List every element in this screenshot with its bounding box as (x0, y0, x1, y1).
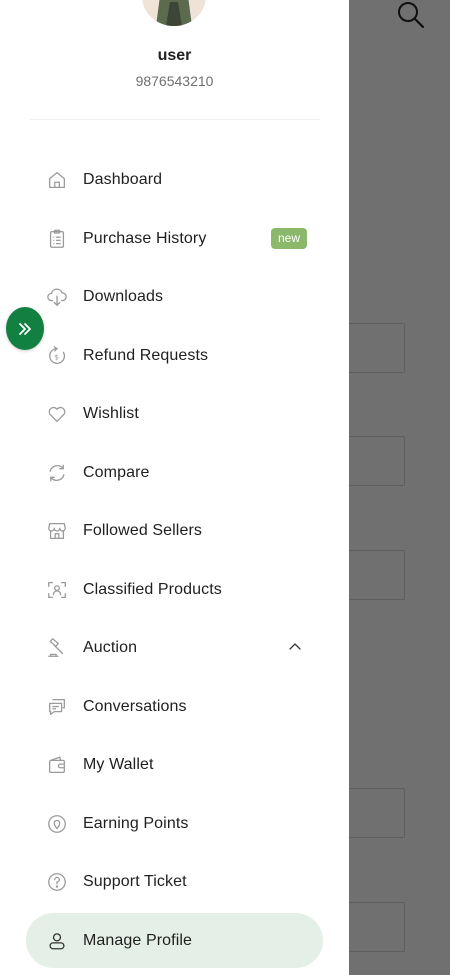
menu-item-auction[interactable]: Auction (0, 619, 349, 678)
menu-item-downloads[interactable]: Downloads (0, 268, 349, 327)
menu-item-label: Purchase History (83, 229, 207, 247)
user-name: user (157, 47, 192, 64)
menu-item-earning-points[interactable]: Earning Points (0, 795, 349, 854)
scan-user-icon (46, 579, 68, 601)
chat-icon (46, 696, 68, 718)
location-badge-icon (46, 813, 68, 835)
avatar[interactable] (142, 0, 206, 26)
cloud-download-icon (46, 286, 68, 308)
clipboard-list-icon (46, 228, 68, 250)
chevron-up-icon[interactable] (286, 638, 304, 656)
refresh-icon (46, 462, 68, 484)
gavel-icon (46, 637, 68, 659)
menu-item-classified-products[interactable]: Classified Products (0, 561, 349, 620)
menu-item-label: Conversations (83, 697, 187, 715)
menu-item-support-ticket[interactable]: Support Ticket (0, 853, 349, 912)
menu-item-label: Support Ticket (83, 873, 187, 891)
heart-icon (46, 403, 68, 425)
wallet-icon (46, 754, 68, 776)
double-chevron-right-icon (19, 322, 31, 335)
navigation-drawer: user 9876543210 Dashboard Purchase Histo… (0, 0, 349, 975)
menu-item-purchase-history[interactable]: Purchase History new (0, 210, 349, 269)
menu-item-followed-sellers[interactable]: Followed Sellers (0, 502, 349, 561)
menu-item-my-wallet[interactable]: My Wallet (0, 736, 349, 795)
user-icon (46, 930, 68, 952)
drawer-toggle-button[interactable] (6, 307, 44, 350)
home-icon (46, 169, 68, 191)
menu-item-label: Wishlist (83, 405, 139, 423)
new-badge: new (271, 227, 308, 249)
menu-item-label: Earning Points (83, 814, 189, 832)
menu-item-label: Downloads (83, 288, 164, 306)
store-icon (46, 520, 68, 542)
menu-item-label: Refund Requests (83, 346, 209, 364)
refund-icon: $ (46, 345, 68, 367)
menu-item-conversations[interactable]: Conversations (0, 678, 349, 737)
menu-item-label: My Wallet (83, 756, 154, 774)
svg-text:$: $ (54, 352, 59, 361)
menu-item-label: Classified Products (83, 580, 222, 598)
menu-item-label: Manage Profile (83, 931, 193, 949)
menu-item-refund-requests[interactable]: $ Refund Requests (0, 327, 349, 386)
menu-item-wishlist[interactable]: Wishlist (0, 385, 349, 444)
menu-item-manage-profile[interactable]: Manage Profile (0, 912, 349, 971)
menu-item-label: Followed Sellers (83, 522, 202, 540)
menu-item-dashboard[interactable]: Dashboard (0, 151, 349, 210)
menu-item-label: Dashboard (83, 171, 163, 189)
menu-item-compare[interactable]: Compare (0, 444, 349, 503)
menu-item-label: Auction (83, 639, 138, 657)
drawer-menu: Dashboard Purchase History new Downloads… (0, 151, 349, 970)
user-phone: 9876543210 (135, 73, 214, 89)
menu-item-label: Compare (83, 463, 150, 481)
divider (30, 119, 320, 120)
help-circle-icon (46, 871, 68, 893)
